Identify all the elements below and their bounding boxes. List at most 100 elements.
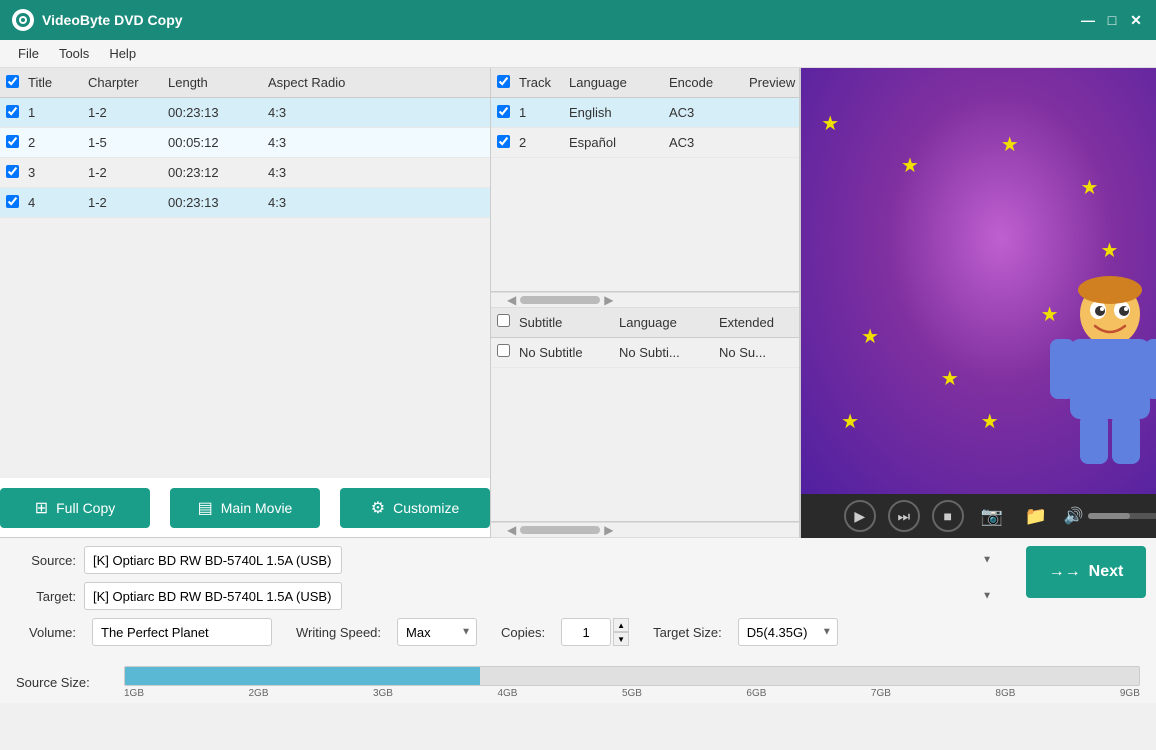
source-size-row: Source Size: 1GB 2GB 3GB 4GB 5GB 6GB 7GB… <box>0 662 1156 703</box>
size-bar-labels: 1GB 2GB 3GB 4GB 5GB 6GB 7GB 8GB 9GB <box>124 688 1140 699</box>
subtitle-table-body: No Subtitle No Subti... No Su... <box>491 338 799 521</box>
source-size-bar <box>124 666 1140 686</box>
speed-select-wrapper: Max <box>397 618 477 646</box>
volume-input[interactable] <box>92 618 272 646</box>
cell-aspect: 4:3 <box>264 135 384 150</box>
step-forward-icon: ⏭ <box>897 508 910 525</box>
full-copy-label: Full Copy <box>56 500 115 516</box>
customize-button[interactable]: ⚙ Customize <box>340 488 490 528</box>
target-select[interactable]: [K] Optiarc BD RW BD-5740L 1.5A (USB) <box>84 582 342 610</box>
row-checkbox[interactable] <box>6 135 19 148</box>
source-select[interactable]: [K] Optiarc BD RW BD-5740L 1.5A (USB) <box>84 546 342 574</box>
track-header-track: Track <box>515 75 565 90</box>
subtitle-language: No Subti... <box>615 345 715 360</box>
track-row[interactable]: 1 English AC3 <box>491 98 799 128</box>
playback-controls: ▶ ⏭ ■ 📷 📁 🔊 <box>801 494 1156 538</box>
track-select-all[interactable] <box>497 75 510 88</box>
target-label: Target: <box>16 589 76 604</box>
settings-area: Source: [K] Optiarc BD RW BD-5740L 1.5A … <box>0 538 1016 662</box>
cell-aspect: 4:3 <box>264 195 384 210</box>
size-label-7gb: 7GB <box>871 688 891 699</box>
subtitle-pane: Subtitle Language Extended No Subtitle N… <box>491 308 799 522</box>
track-subtitle-pane: Track Language Encode Preview 1 English … <box>491 68 800 538</box>
menu-help[interactable]: Help <box>99 44 146 63</box>
cell-chapter: 1-2 <box>84 195 164 210</box>
scrollbar-thumb[interactable] <box>520 296 600 304</box>
title-table-header: Title Charpter Length Aspect Radio <box>0 68 490 98</box>
volume-slider[interactable] <box>1088 513 1156 519</box>
volume-label: Volume: <box>16 625 76 640</box>
full-copy-button[interactable]: ⊞ Full Copy <box>0 488 150 528</box>
size-label-8gb: 8GB <box>995 688 1015 699</box>
table-row[interactable]: 2 1-5 00:05:12 4:3 <box>0 128 490 158</box>
folder-button[interactable]: 📁 <box>1020 500 1052 532</box>
track-header-check <box>491 75 515 91</box>
subtitle-scrollbar-thumb[interactable] <box>520 526 600 534</box>
menu-tools[interactable]: Tools <box>49 44 99 63</box>
speed-select[interactable]: Max <box>397 618 477 646</box>
copies-input[interactable] <box>561 618 611 646</box>
full-copy-icon: ⊞ <box>35 498 48 518</box>
main-layout: Title Charpter Length Aspect Radio 1 1-2… <box>0 68 1156 538</box>
size-label-2gb: 2GB <box>248 688 268 699</box>
header-chapter: Charpter <box>84 75 164 90</box>
subtitle-row[interactable]: No Subtitle No Subti... No Su... <box>491 338 799 368</box>
volume-icon: 🔊 <box>1064 506 1084 526</box>
stop-button[interactable]: ■ <box>932 500 964 532</box>
minimize-button[interactable]: — <box>1080 12 1096 28</box>
source-size-fill <box>125 667 480 685</box>
subtitle-select-all[interactable] <box>497 314 510 327</box>
cell-title: 4 <box>24 195 84 210</box>
cell-length: 00:23:13 <box>164 105 264 120</box>
target-size-select[interactable]: D5(4.35G) <box>738 618 838 646</box>
volume-fill <box>1088 513 1130 519</box>
cell-chapter: 1-2 <box>84 165 164 180</box>
track-header-preview: Preview <box>745 75 799 90</box>
select-all-checkbox[interactable] <box>6 75 19 88</box>
row-checkbox[interactable] <box>6 105 19 118</box>
star-decoration: ★ <box>1081 175 1099 200</box>
step-forward-button[interactable]: ⏭ <box>888 500 920 532</box>
maximize-button[interactable]: □ <box>1104 12 1120 28</box>
volume-row: Volume: Writing Speed: Max Copies: ▲ ▼ <box>16 618 1000 646</box>
track-row-checkbox[interactable] <box>497 135 510 148</box>
copies-up-button[interactable]: ▲ <box>613 618 629 632</box>
close-button[interactable]: ✕ <box>1128 12 1144 28</box>
track-header-encode: Encode <box>665 75 745 90</box>
header-aspect: Aspect Radio <box>264 75 384 90</box>
screenshot-button[interactable]: 📷 <box>976 500 1008 532</box>
subtitle-row-checkbox[interactable] <box>497 344 510 357</box>
table-row[interactable]: 4 1-2 00:23:13 4:3 <box>0 188 490 218</box>
track-language: English <box>565 105 665 120</box>
track-row-checkbox[interactable] <box>497 105 510 118</box>
track-scrollbar[interactable]: ◀ ▶ <box>491 292 799 308</box>
subtitle-name: No Subtitle <box>515 345 615 360</box>
row-checkbox[interactable] <box>6 195 19 208</box>
cell-chapter: 1-2 <box>84 105 164 120</box>
customize-label: Customize <box>393 500 459 516</box>
video-character <box>1030 274 1156 474</box>
table-row[interactable]: 3 1-2 00:23:12 4:3 <box>0 158 490 188</box>
video-display: ★ ★ ★ ★ ★ ★ ★ ★ ★ ★ ★ ★ <box>801 68 1156 494</box>
table-row[interactable]: 1 1-2 00:23:13 4:3 <box>0 98 490 128</box>
cell-title: 2 <box>24 135 84 150</box>
size-label-6gb: 6GB <box>746 688 766 699</box>
row-checkbox[interactable] <box>6 165 19 178</box>
star-decoration: ★ <box>901 153 919 178</box>
title-table-body: 1 1-2 00:23:13 4:3 2 1-5 00:05:12 4:3 3 … <box>0 98 490 478</box>
track-encode: AC3 <box>665 105 745 120</box>
copies-down-button[interactable]: ▼ <box>613 632 629 646</box>
target-row: Target: [K] Optiarc BD RW BD-5740L 1.5A … <box>16 582 1000 610</box>
next-label: Next <box>1089 563 1124 581</box>
cell-chapter: 1-5 <box>84 135 164 150</box>
subtitle-scrollbar[interactable]: ◀ ▶ <box>491 522 799 538</box>
main-movie-button[interactable]: ▤ Main Movie <box>170 488 320 528</box>
track-row[interactable]: 2 Español AC3 <box>491 128 799 158</box>
track-num: 2 <box>515 135 565 150</box>
play-button[interactable]: ▶ <box>844 500 876 532</box>
next-button[interactable]: →→ Next <box>1026 546 1146 598</box>
header-check <box>0 75 24 91</box>
menu-file[interactable]: File <box>8 44 49 63</box>
track-language: Español <box>565 135 665 150</box>
subtitle-header-subtitle: Subtitle <box>515 315 615 330</box>
